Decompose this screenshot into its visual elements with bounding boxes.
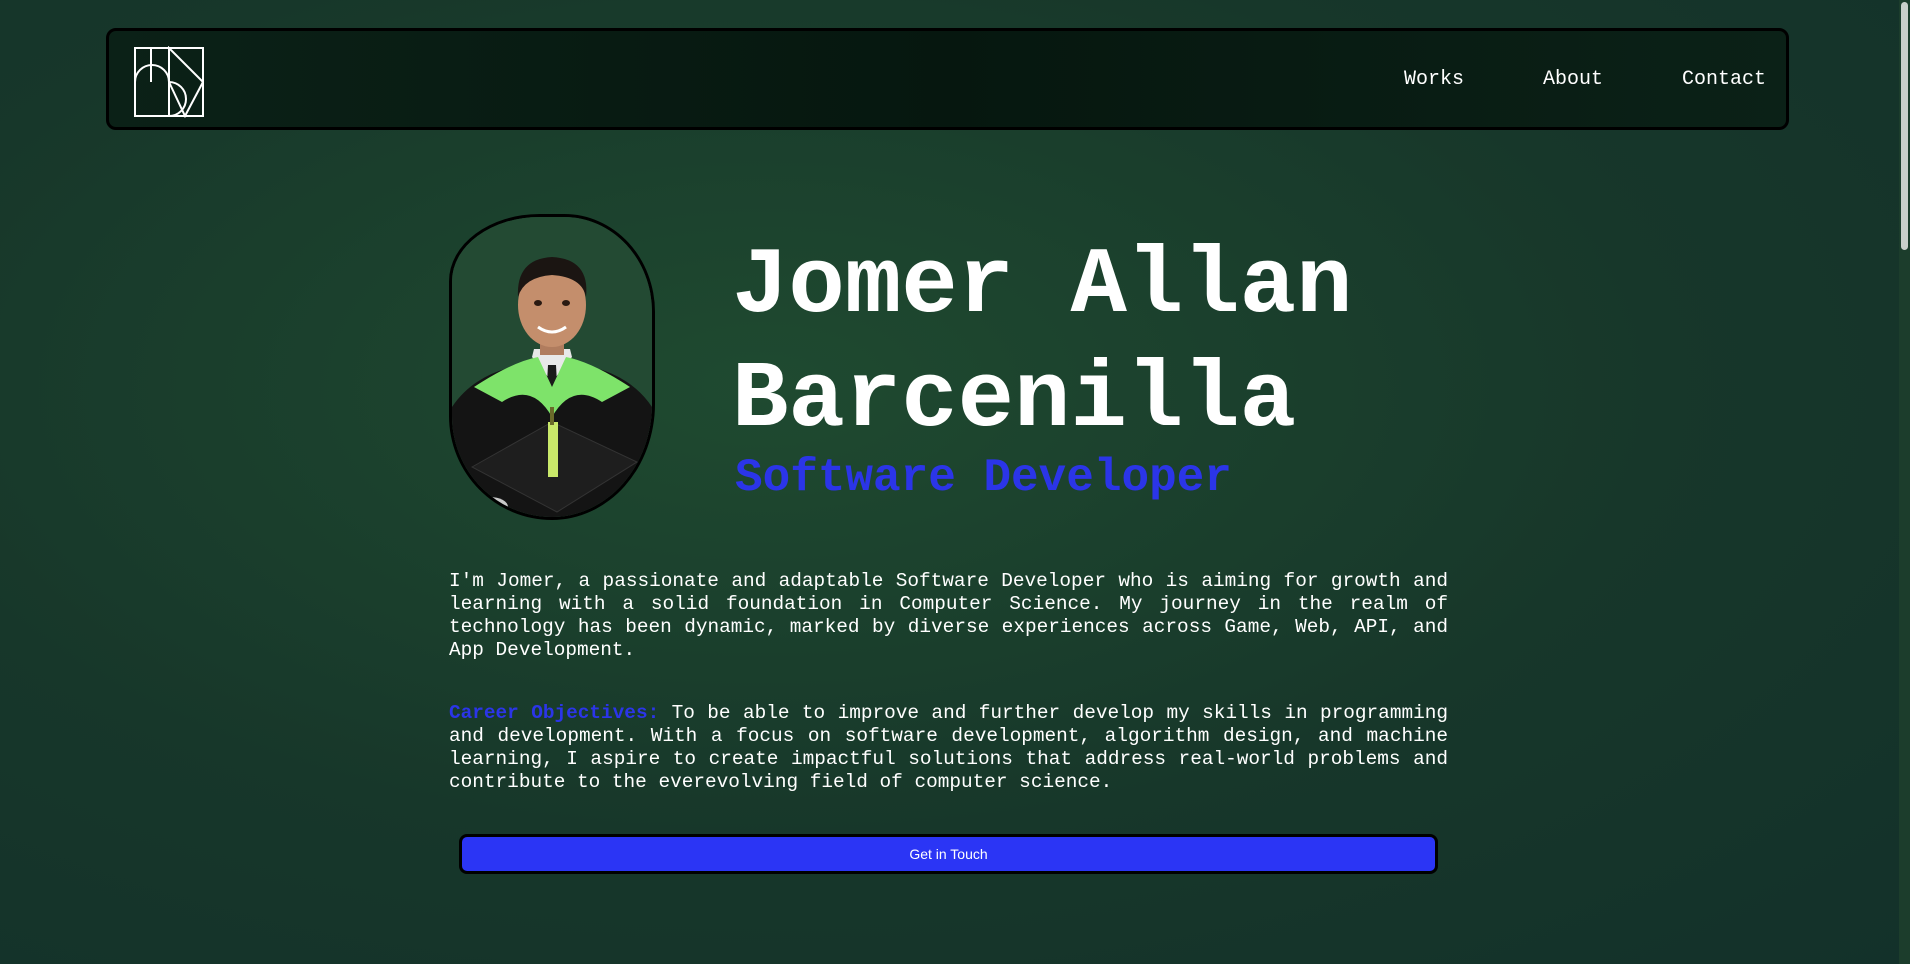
nav-link-contact[interactable]: Contact <box>1682 68 1766 91</box>
scrollbar-thumb[interactable] <box>1901 2 1908 250</box>
nav-links: Works About Contact <box>1325 31 1766 127</box>
page-scrollbar[interactable] <box>1899 0 1910 964</box>
top-navbar: Works About Contact <box>106 28 1789 130</box>
get-in-touch-button[interactable]: Get in Touch <box>459 834 1438 874</box>
career-objectives-label: Career Objectives: <box>449 702 660 724</box>
hero-role: Software Developer <box>735 452 1232 504</box>
bio-paragraph: I'm Jomer, a passionate and adaptable So… <box>449 570 1448 661</box>
nav-link-works[interactable]: Works <box>1404 68 1464 91</box>
nav-link-about[interactable]: About <box>1543 68 1603 91</box>
monogram-logo-icon[interactable] <box>133 46 205 118</box>
career-objectives-paragraph: Career Objectives: To be able to improve… <box>449 702 1448 794</box>
profile-photo <box>449 214 655 520</box>
hero-name: Jomer Allan Barcenilla <box>732 234 1353 454</box>
